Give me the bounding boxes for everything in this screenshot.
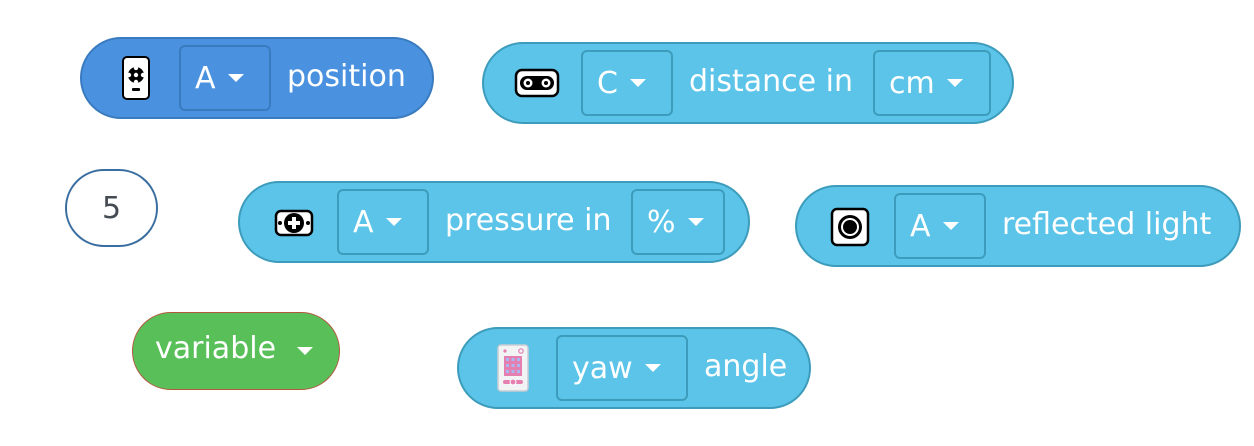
yaw-angle-block[interactable]: yaw angle xyxy=(457,327,811,409)
variable-block[interactable]: variable xyxy=(132,312,340,390)
distance-sensor-icon xyxy=(514,68,560,98)
motor-position-block[interactable]: A position xyxy=(80,37,434,119)
dropdown-caret-icon xyxy=(946,79,963,87)
port-dropdown[interactable]: C xyxy=(581,50,673,116)
port-value: C xyxy=(597,65,618,101)
block-label: pressure in xyxy=(445,203,612,238)
axis-dropdown[interactable]: yaw xyxy=(556,335,688,401)
number-input[interactable]: 5 xyxy=(65,169,158,247)
dropdown-caret-icon xyxy=(629,79,646,87)
port-dropdown[interactable]: A xyxy=(337,189,429,255)
port-dropdown[interactable]: A xyxy=(894,193,986,259)
port-value: A xyxy=(195,60,216,96)
dropdown-caret-icon xyxy=(297,347,313,355)
axis-value: yaw xyxy=(572,350,633,386)
pressure-block[interactable]: A pressure in % xyxy=(238,181,750,263)
unit-value: cm xyxy=(889,65,935,101)
number-value: 5 xyxy=(101,190,122,226)
unit-dropdown[interactable]: % xyxy=(631,189,725,255)
color-sensor-icon xyxy=(830,207,870,247)
port-dropdown[interactable]: A xyxy=(179,45,271,111)
port-value: A xyxy=(353,204,374,240)
dropdown-caret-icon xyxy=(227,74,244,82)
dropdown-caret-icon xyxy=(942,222,959,230)
hub-icon xyxy=(497,344,529,392)
block-label: reflected light xyxy=(1002,207,1212,242)
port-value: A xyxy=(910,208,931,244)
dropdown-caret-icon xyxy=(644,364,661,372)
dropdown-caret-icon xyxy=(385,218,402,226)
variable-label: variable xyxy=(155,331,277,366)
block-canvas: A position C distance in cm 5 A pressure… xyxy=(0,0,1254,446)
block-label: angle xyxy=(704,349,788,384)
unit-dropdown[interactable]: cm xyxy=(873,50,991,116)
distance-block[interactable]: C distance in cm xyxy=(482,42,1014,124)
block-label: position xyxy=(287,59,406,94)
force-sensor-icon xyxy=(274,209,314,237)
motor-icon xyxy=(122,56,150,100)
unit-value: % xyxy=(647,204,676,240)
block-label: distance in xyxy=(689,64,854,99)
reflected-light-block[interactable]: A reflected light xyxy=(795,185,1241,267)
dropdown-caret-icon xyxy=(687,218,704,226)
